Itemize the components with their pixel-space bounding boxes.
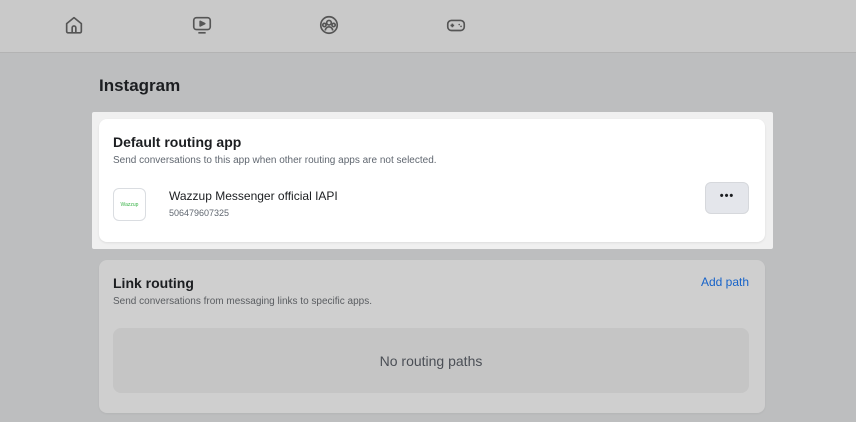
app-logo-text: Wazzup [120, 201, 139, 208]
link-routing-subtitle: Send conversations from messaging links … [113, 296, 373, 307]
home-icon[interactable] [62, 13, 86, 37]
more-dots-icon: ••• [719, 189, 735, 202]
top-navigation-bar [0, 0, 856, 53]
default-routing-card: Default routing app Send conversations t… [99, 119, 765, 242]
default-routing-title: Default routing app [113, 134, 242, 150]
groups-icon[interactable] [317, 13, 341, 37]
link-routing-card: Link routing Send conversations from mes… [99, 260, 765, 413]
page-title: Instagram [99, 76, 181, 95]
more-options-button[interactable]: ••• [705, 182, 749, 214]
empty-state: No routing paths [113, 328, 749, 393]
gaming-icon[interactable] [444, 13, 468, 37]
video-icon[interactable] [190, 13, 214, 37]
link-routing-title: Link routing [113, 275, 194, 291]
add-path-link[interactable]: Add path [701, 275, 749, 289]
default-routing-subtitle: Send conversations to this app when othe… [113, 155, 437, 166]
app-id: 506479607325 [169, 208, 230, 218]
app-logo: Wazzup [113, 188, 146, 221]
empty-state-label: No routing paths [379, 352, 483, 369]
app-name: Wazzup Messenger official IAPI [169, 189, 338, 203]
